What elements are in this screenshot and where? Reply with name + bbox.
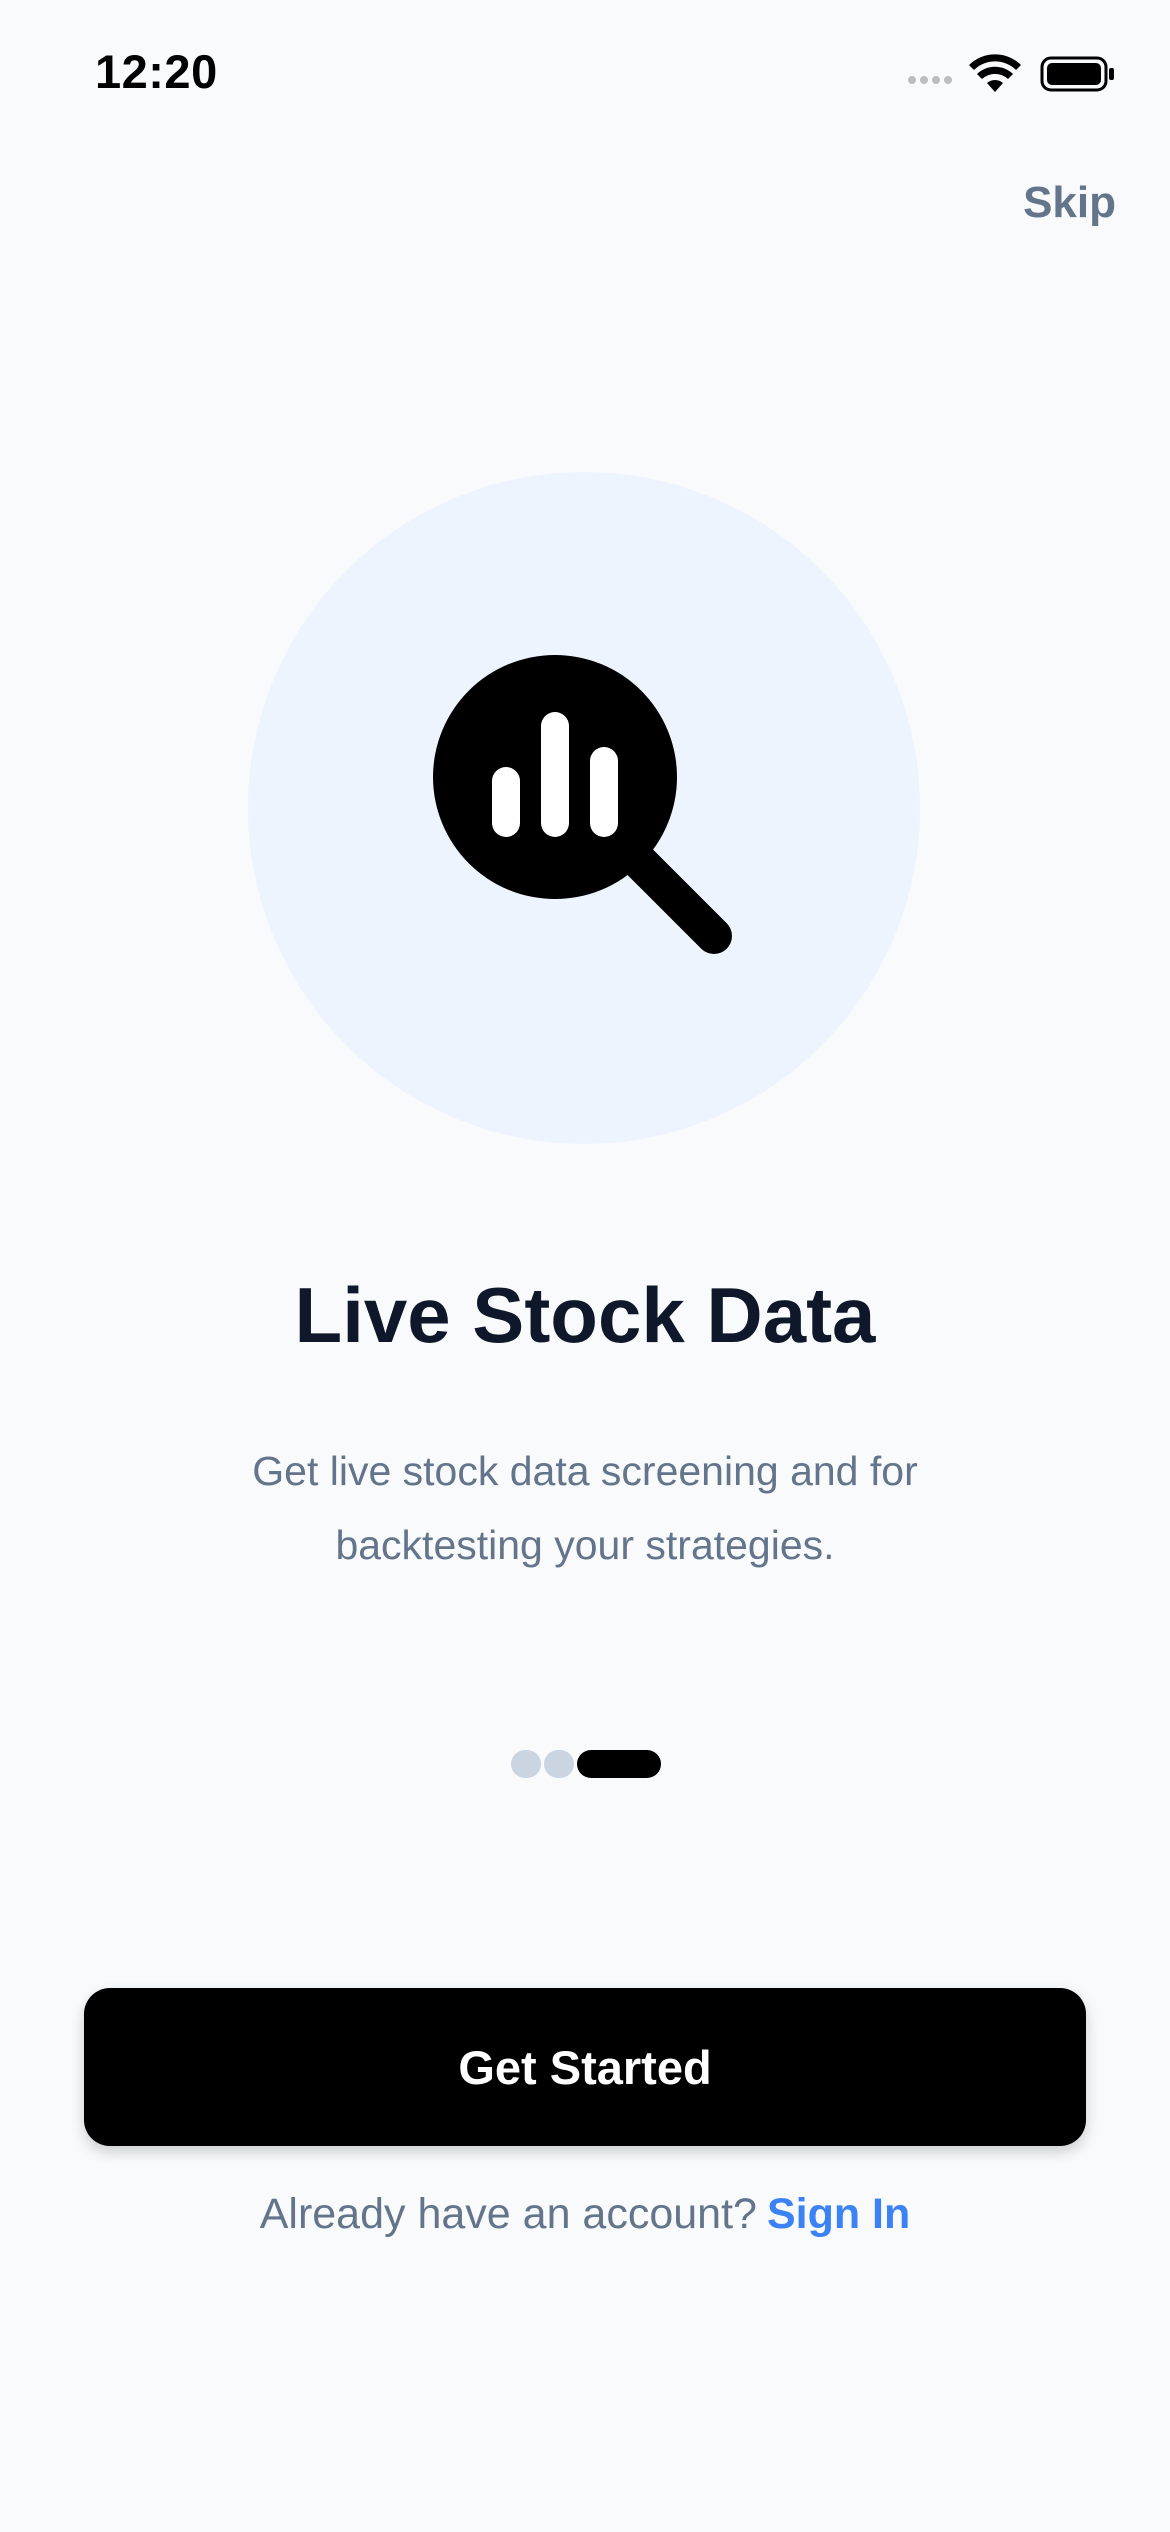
status-icons bbox=[908, 52, 1116, 96]
battery-icon bbox=[1040, 56, 1114, 92]
page-dot-active[interactable] bbox=[577, 1750, 661, 1778]
page-dot[interactable] bbox=[544, 1750, 574, 1778]
skip-button[interactable]: Skip bbox=[1023, 178, 1116, 228]
wifi-icon bbox=[969, 54, 1021, 92]
cellular-signal-icon bbox=[908, 76, 952, 84]
status-time: 12:20 bbox=[95, 45, 218, 98]
signin-link[interactable]: Sign In bbox=[767, 2190, 910, 2238]
page-indicator bbox=[511, 1750, 661, 1778]
page-description: Get live stock data screening and for ba… bbox=[252, 1448, 918, 1568]
get-started-label: Get Started bbox=[458, 2040, 712, 2094]
page-title: Live Stock Data bbox=[294, 1271, 876, 1359]
chart-search-icon bbox=[433, 655, 732, 954]
get-started-button[interactable]: Get Started bbox=[84, 1988, 1086, 2146]
signin-row: Already have an account? Sign In bbox=[0, 2190, 1170, 2239]
onboarding-screen: 12:20 Skip Live Stock Data Get live stoc… bbox=[0, 0, 1170, 2532]
status-bar: 12:20 bbox=[0, 0, 1170, 150]
signin-prompt: Already have an account? bbox=[259, 2190, 757, 2238]
page-dot[interactable] bbox=[511, 1750, 541, 1778]
